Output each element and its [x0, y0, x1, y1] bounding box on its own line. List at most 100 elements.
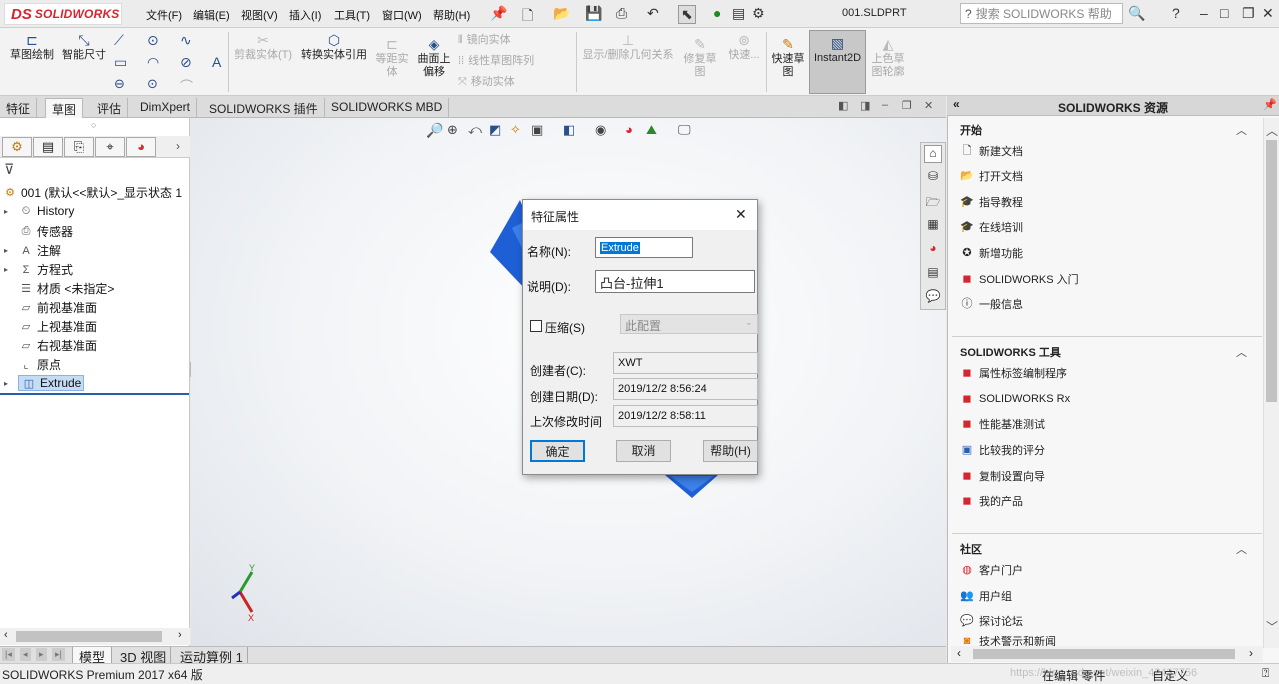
- rollback-bar[interactable]: [0, 393, 189, 395]
- next-tab-nav-icon[interactable]: ▸: [36, 648, 47, 661]
- tab-dimxpert[interactable]: DimXpert: [134, 98, 198, 118]
- menu-edit[interactable]: 编辑(E): [193, 7, 230, 23]
- search-icon[interactable]: 🔍: [1128, 5, 1145, 22]
- display-style-icon[interactable]: ◧: [563, 122, 575, 138]
- expand-arrow-icon[interactable]: ▸: [4, 207, 18, 216]
- link-performance-benchmark[interactable]: ◼ 性能基准测试: [960, 416, 1045, 432]
- link-new-document[interactable]: 🗋 新建文档: [960, 143, 1023, 159]
- collapse-section-icon[interactable]: ︿: [1236, 344, 1247, 360]
- left-horizontal-scrollbar[interactable]: ‹ ›: [0, 628, 190, 645]
- tile-left-icon[interactable]: ◧: [838, 99, 848, 112]
- offset-entities-button[interactable]: ⊏ 等距实 体: [373, 37, 411, 79]
- scroll-right-icon[interactable]: ›: [1249, 646, 1253, 660]
- show-delete-relations-button[interactable]: ⊥ 显示/删除几何关系: [580, 33, 676, 62]
- arc-tool-icon[interactable]: ◠: [147, 54, 159, 71]
- offset-on-surface-button[interactable]: ◈ 曲面上 偏移: [414, 37, 454, 79]
- repair-sketch-button[interactable]: ✎ 修复草 图: [680, 37, 720, 79]
- expand-arrow-icon[interactable]: ▸: [4, 246, 18, 255]
- configuration-select[interactable]: 此配置 ⌄: [620, 314, 758, 334]
- undo-icon[interactable]: ↶: [647, 5, 659, 22]
- link-getting-started[interactable]: ◼ SOLIDWORKS 入门: [960, 271, 1078, 287]
- panel-grip-icon[interactable]: ○: [91, 120, 96, 130]
- property-manager-tab-icon[interactable]: ▤: [33, 137, 63, 157]
- smart-dimension-button[interactable]: ⤡ 智能尺寸: [59, 33, 109, 62]
- menu-file[interactable]: 文件(F): [146, 7, 182, 23]
- menu-insert[interactable]: 插入(I): [289, 7, 321, 23]
- link-compare-score[interactable]: ▣ 比较我的评分: [960, 442, 1045, 458]
- link-open-document[interactable]: 📂 打开文档: [960, 168, 1023, 184]
- tree-item-origin[interactable]: ⌞ 原点: [4, 356, 61, 373]
- tree-item-right-plane[interactable]: ▱ 右视基准面: [4, 337, 97, 354]
- pin-icon[interactable]: 📌: [490, 5, 507, 22]
- help-menu-icon[interactable]: ?: [1172, 5, 1180, 21]
- link-tutorials[interactable]: 🎓 指导教程: [960, 194, 1023, 210]
- tree-item-front-plane[interactable]: ▱ 前视基准面: [4, 299, 97, 316]
- view-orientation-icon[interactable]: ▣: [531, 122, 543, 138]
- convert-entities-button[interactable]: ⬡ 转换实体引用: [298, 33, 370, 62]
- tree-item-annotations[interactable]: ▸ A 注解: [4, 242, 61, 259]
- circle-tool-icon[interactable]: ⊙: [147, 32, 159, 49]
- expand-arrow-icon[interactable]: ▸: [4, 265, 18, 274]
- scroll-thumb[interactable]: [16, 631, 162, 642]
- filter-icon[interactable]: ⊽: [4, 161, 14, 178]
- tree-item-material[interactable]: ☰ 材质 <未指定>: [4, 280, 114, 297]
- name-field[interactable]: Extrude: [595, 237, 693, 258]
- dialog-close-icon[interactable]: ✕: [735, 206, 747, 223]
- display-manager-tab-icon[interactable]: ◕: [126, 137, 156, 157]
- link-copy-settings-wizard[interactable]: ◼ 复制设置向导: [960, 468, 1045, 484]
- tree-item-equations[interactable]: ▸ Σ 方程式: [4, 261, 73, 278]
- print-icon[interactable]: ⎙: [616, 5, 627, 22]
- tree-item-extrude[interactable]: ▸ ◫ Extrude: [4, 375, 85, 391]
- solidworks-logo[interactable]: DS SOLIDWORKS: [4, 3, 122, 25]
- tree-item-top-plane[interactable]: ▱ 上视基准面: [4, 318, 97, 335]
- link-my-products[interactable]: ◼ 我的产品: [960, 493, 1023, 509]
- linear-pattern-button[interactable]: ⁞⁞ 线性草图阵列: [458, 55, 534, 68]
- file-explorer-icon[interactable]: 🗁: [924, 193, 942, 211]
- ellipse-tool-icon[interactable]: ⊘: [180, 54, 192, 71]
- scroll-up-icon[interactable]: ︿: [1266, 122, 1278, 139]
- help-button[interactable]: 帮助(H): [703, 440, 758, 462]
- minimize-icon[interactable]: –: [1200, 5, 1208, 21]
- tree-root-part[interactable]: ⚙ 001 (默认<<默认>_显示状态 1: [2, 184, 182, 201]
- restore-icon[interactable]: ❐: [1242, 5, 1255, 22]
- link-customer-portal[interactable]: ◍ 客户门户: [960, 562, 1023, 578]
- move-entities-button[interactable]: ⤧ 移动实体: [458, 76, 515, 89]
- close-window-icon[interactable]: ✕: [1262, 5, 1274, 22]
- quick-snaps-button[interactable]: ⊚ 快速...: [724, 33, 764, 62]
- configuration-manager-tab-icon[interactable]: ⎘: [64, 137, 94, 157]
- tile-right-icon[interactable]: ◨: [860, 99, 870, 112]
- home-icon[interactable]: ⌂: [924, 145, 942, 163]
- dimxpert-manager-tab-icon[interactable]: ⌖: [95, 137, 125, 157]
- options-gear-icon[interactable]: ⚙: [752, 5, 765, 22]
- link-general-info[interactable]: ⓘ 一般信息: [960, 296, 1024, 312]
- line-tool-icon[interactable]: ⟋: [114, 32, 124, 49]
- scroll-left-icon[interactable]: ‹: [957, 646, 961, 660]
- feature-manager-tab-icon[interactable]: ⚙: [2, 137, 32, 157]
- mirror-entities-button[interactable]: ⫴ 镜向实体: [458, 34, 511, 47]
- zoom-to-fit-icon[interactable]: 🔎: [426, 122, 443, 139]
- text-tool-icon[interactable]: A: [212, 54, 221, 70]
- pin-pane-icon[interactable]: 📌: [1263, 98, 1277, 111]
- doc-restore-icon[interactable]: ❐: [902, 99, 912, 112]
- chevron-right-icon[interactable]: ›: [176, 139, 180, 153]
- status-tooltip-icon[interactable]: ⍰: [1262, 666, 1269, 681]
- link-online-training[interactable]: 🎓 在线培训: [960, 219, 1023, 235]
- file-props-icon[interactable]: ▤: [732, 5, 745, 22]
- forum-icon[interactable]: 💬: [924, 289, 942, 307]
- first-tab-nav-icon[interactable]: |◂: [2, 648, 15, 661]
- custom-properties-icon[interactable]: ▤: [924, 265, 942, 283]
- instant2d-button[interactable]: ▧ Instant2D: [809, 30, 866, 94]
- design-library-icon[interactable]: ⛁: [924, 169, 942, 187]
- trim-entities-button[interactable]: ✂ 剪裁实体(T): [232, 33, 294, 62]
- apply-scene-icon[interactable]: ⛰: [646, 122, 657, 138]
- open-doc-icon[interactable]: 📂: [553, 5, 570, 22]
- task-pane-scrollbar[interactable]: ︿ ﹀: [1263, 118, 1279, 648]
- scroll-thumb[interactable]: [973, 649, 1235, 659]
- section-view-icon[interactable]: ◩: [489, 122, 501, 138]
- view-palette-icon[interactable]: ▦: [924, 217, 942, 235]
- slot-tool-icon[interactable]: ⊖: [114, 76, 125, 92]
- select-icon[interactable]: ⬉: [678, 5, 696, 24]
- menu-help[interactable]: 帮助(H): [433, 7, 470, 23]
- view-settings-icon[interactable]: 🖵: [678, 122, 691, 138]
- help-search-box[interactable]: ? 搜索 SOLIDWORKS 帮助: [960, 3, 1123, 24]
